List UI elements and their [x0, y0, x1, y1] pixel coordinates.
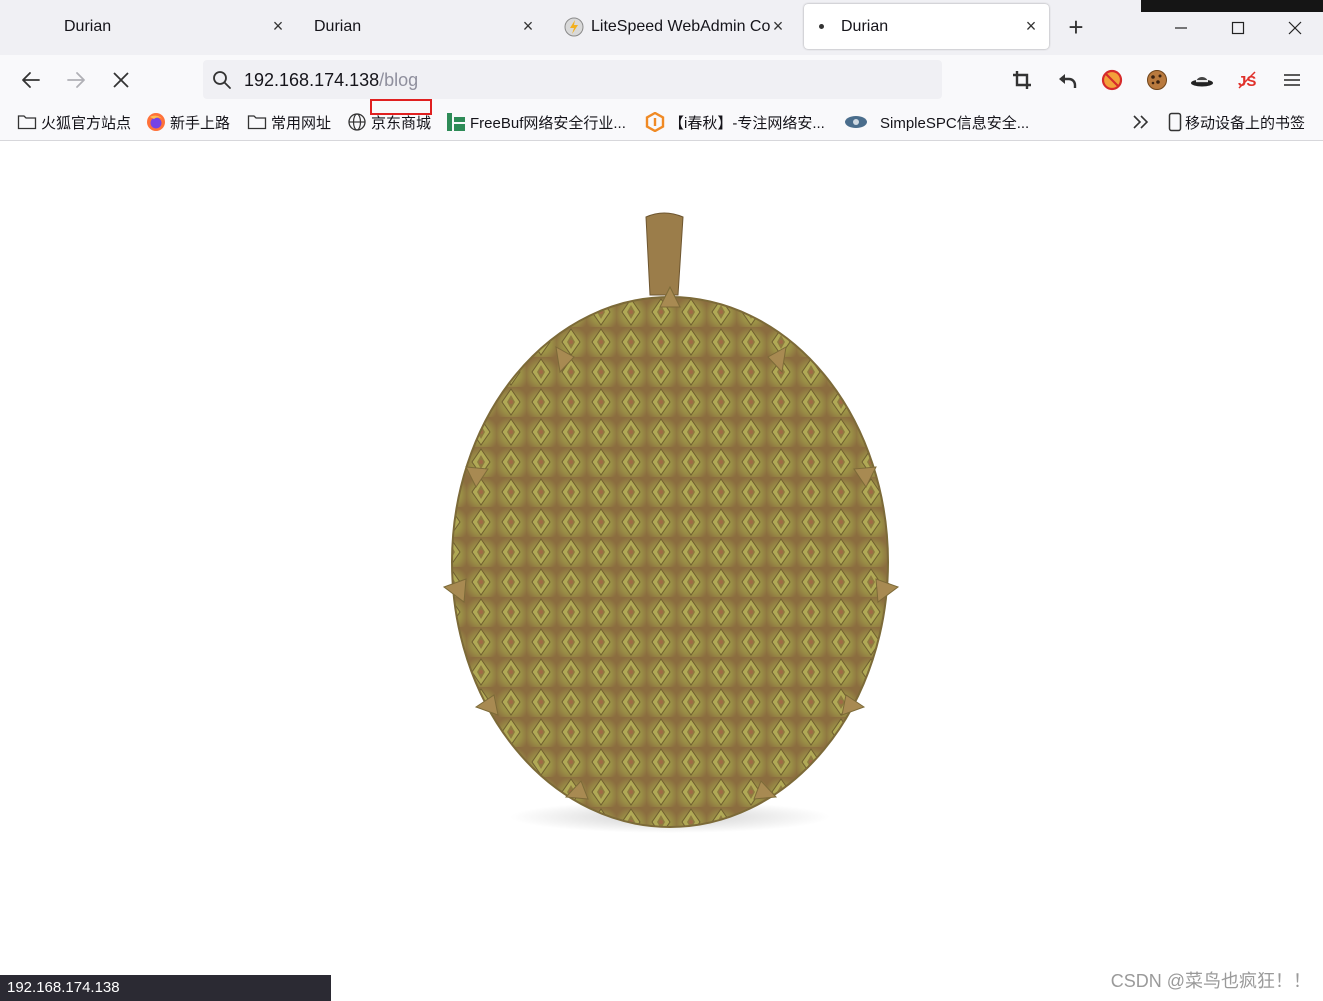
undo-icon — [1059, 74, 1077, 88]
bookmark-label: FreeBuf网络安全行业... — [470, 114, 626, 132]
bookmark-folder-firefox-official[interactable]: 火狐官方站点 — [17, 111, 131, 133]
tab-title: Durian — [841, 17, 889, 35]
search-icon — [213, 71, 231, 89]
page-content — [0, 141, 1323, 1001]
url-host: 192.168.174.138 — [244, 70, 380, 90]
folder-icon — [17, 115, 37, 130]
folder-icon — [247, 115, 267, 130]
close-icon[interactable]: × — [268, 16, 288, 36]
new-tab-button[interactable]: + — [1062, 12, 1090, 42]
bookmark-label: 火狐官方站点 — [41, 114, 132, 132]
js-extension-button[interactable]: JS — [1233, 67, 1261, 93]
ichunqiu-icon — [645, 112, 665, 132]
maximize-button[interactable] — [1209, 0, 1266, 55]
close-icon — [1288, 21, 1301, 34]
tab-litespeed[interactable]: LiteSpeed WebAdmin Co × — [556, 4, 796, 49]
tab-strip: Durian × Durian × LiteSpeed WebAdmin Co … — [0, 0, 1323, 55]
annotation-highlight-box — [370, 99, 432, 115]
screenshot-button[interactable] — [1008, 67, 1036, 93]
globe-icon — [348, 113, 366, 131]
cookie-extension-button[interactable] — [1143, 67, 1171, 93]
mobile-bookmarks[interactable]: 移动设备上的书签 — [1168, 111, 1305, 133]
bookmark-label: 【i春秋】-专注网络安... — [669, 114, 825, 132]
tab-title: Durian — [64, 17, 112, 35]
bookmark-ichunqiu[interactable]: 【i春秋】-专注网络安... — [645, 111, 825, 133]
bookmark-folder-common-sites[interactable]: 常用网址 — [247, 111, 331, 133]
url-text: 192.168.174.138/blog — [244, 70, 418, 91]
hat-extension-button[interactable] — [1188, 67, 1216, 93]
bookmark-freebuf[interactable]: FreeBuf网络安全行业... — [446, 111, 626, 133]
close-window-button[interactable] — [1266, 0, 1323, 55]
loading-dot-icon — [819, 24, 824, 29]
litespeed-icon — [564, 17, 584, 36]
tab-title: LiteSpeed WebAdmin Co — [591, 17, 771, 35]
window-controls — [1152, 0, 1323, 55]
hamburger-menu-icon — [1284, 74, 1300, 86]
hat-icon — [1191, 77, 1213, 87]
back-arrow-icon — [22, 72, 40, 88]
minimize-button[interactable] — [1152, 0, 1209, 55]
close-icon[interactable]: × — [768, 16, 788, 36]
bookmark-getting-started[interactable]: 新手上路 — [146, 111, 230, 133]
bookmark-simplespc[interactable]: SimpleSPC信息安全... — [844, 111, 1029, 133]
freebuf-icon — [447, 113, 465, 131]
close-icon[interactable]: × — [1021, 16, 1041, 36]
bookmark-label: SimpleSPC信息安全... — [880, 114, 1030, 132]
bookmarks-overflow-button[interactable] — [1132, 111, 1154, 133]
back-button[interactable] — [16, 67, 46, 93]
cookie-icon — [1147, 70, 1167, 90]
app-menu-button[interactable] — [1278, 67, 1306, 93]
minimize-icon — [1174, 26, 1187, 29]
close-icon[interactable]: × — [518, 16, 538, 36]
bookmarks-toolbar: 火狐官方站点 新手上路 常用网址 京东商城 FreeBuf网络安全行业... 【… — [0, 105, 1323, 141]
simplespc-icon — [845, 116, 867, 128]
undo-button[interactable] — [1053, 67, 1081, 93]
chevron-double-right-icon — [1133, 115, 1149, 129]
mobile-device-icon — [1168, 112, 1182, 132]
tab-durian-2[interactable]: Durian × — [306, 4, 546, 49]
maximize-icon — [1231, 21, 1244, 34]
block-extension-button[interactable] — [1098, 67, 1126, 93]
stop-icon — [113, 72, 129, 88]
firefox-icon — [147, 113, 165, 131]
tab-title: Durian — [314, 17, 362, 35]
bookmark-label: 新手上路 — [170, 114, 231, 132]
tab-durian-active[interactable]: Durian × — [804, 4, 1049, 49]
bookmark-label: 常用网址 — [271, 114, 332, 132]
tab-durian-1[interactable]: Durian × — [56, 4, 296, 49]
stop-button[interactable] — [106, 67, 136, 93]
forward-button[interactable] — [61, 67, 91, 93]
js-switch-icon: JS — [1238, 71, 1256, 90]
watermark-text: CSDN @菜鸟也疯狂！！ — [1110, 971, 1311, 991]
svg-text:JS: JS — [1238, 73, 1256, 90]
status-bar-url: 192.168.174.138 — [0, 975, 331, 1001]
block-icon — [1101, 69, 1123, 91]
durian-image — [442, 212, 900, 833]
address-bar[interactable]: 192.168.174.138/blog — [203, 60, 942, 99]
bookmark-label: 移动设备上的书签 — [1185, 114, 1306, 132]
forward-arrow-icon — [67, 72, 85, 88]
url-path: /blog — [379, 70, 419, 90]
crop-icon — [1013, 71, 1031, 89]
